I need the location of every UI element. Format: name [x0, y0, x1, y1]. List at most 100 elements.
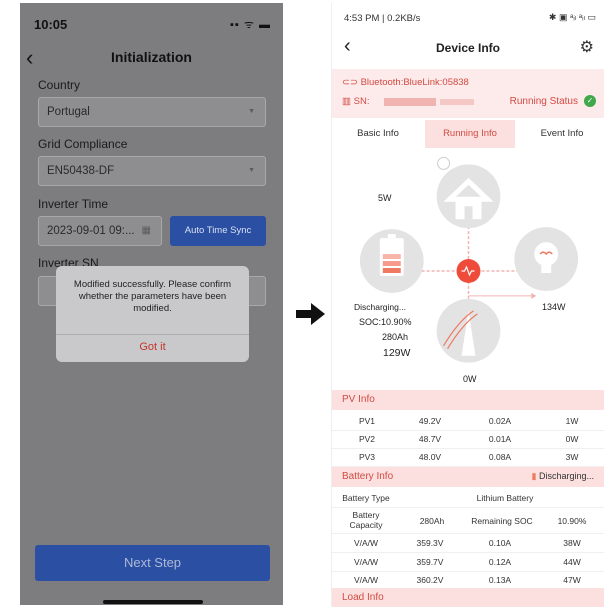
battery-cell: 44W: [563, 557, 581, 567]
battery-cell: 47W: [563, 575, 581, 585]
energy-flow-diagram: [359, 156, 579, 363]
pv-cell: 49.2V: [418, 416, 442, 426]
table-row: Battery Capacity 280Ah Remaining SOC 10.…: [332, 508, 604, 534]
battery-info-title: Battery Info: [342, 471, 394, 482]
battery-cell: 359.7V: [416, 557, 444, 567]
country-label: Country: [38, 78, 81, 92]
pv-cell: 3W: [565, 452, 579, 462]
auto-time-sync-button[interactable]: Auto Time Sync: [170, 216, 266, 246]
battery-cell: 359.3V: [416, 538, 444, 548]
battery-cell: 0.10A: [488, 538, 512, 548]
load-power: 134W: [542, 302, 566, 312]
battery-info-header: Battery Info ▮ Discharging...: [332, 467, 604, 487]
running-status: Running Status: [509, 96, 578, 107]
grid-compliance-value: EN50438-DF: [47, 165, 115, 177]
page-title: Initialization: [111, 49, 192, 65]
remaining-soc-value: 10.90%: [557, 516, 587, 526]
pv-power: 5W: [378, 193, 392, 203]
battery-info-state: ▮ Discharging...: [532, 471, 594, 482]
pv-cell: 1W: [565, 416, 579, 426]
battery-cell: V/A/W: [353, 575, 379, 585]
next-step-button[interactable]: Next Step: [35, 545, 270, 581]
dialog-divider: [56, 334, 249, 335]
battery-capacity: 280Ah: [382, 332, 409, 342]
pv-cell: 0W: [565, 434, 579, 444]
status-bar: 4:53 PM | 0.2KB/s ✱ ▣ ᵃᵢₗ ᵃᵢₗ ▭: [332, 3, 604, 31]
table-row: PV2 48.7V 0.01A 0W: [332, 429, 604, 449]
page-title: Device Info: [435, 41, 501, 55]
inverter-time-field[interactable]: 2023-09-01 09:... ▦: [38, 216, 162, 246]
grid-compliance-select[interactable]: EN50438-DF ▼: [38, 156, 266, 186]
bluetooth-info: ⊂⊃ Bluetooth:BlueLink:05838: [342, 77, 469, 88]
chevron-down-icon: ▼: [248, 167, 255, 174]
chevron-down-icon: ▼: [248, 108, 255, 115]
sn-label: ▥ SN:: [342, 96, 369, 107]
battery-state-text: Discharging...: [538, 471, 594, 481]
battery-icon: [379, 234, 404, 276]
battery-cell: 0.12A: [488, 557, 512, 567]
pv-cell: PV3: [358, 452, 376, 462]
inverter-time-value: 2023-09-01 09:...: [47, 225, 135, 237]
battery-soc: SOC:10.90%: [359, 317, 412, 327]
pv-cell: 48.0V: [418, 452, 442, 462]
inverter-time-label: Inverter Time: [38, 197, 109, 211]
nav-bar: ‹ Initialization: [20, 43, 283, 73]
header: ‹ Device Info ⚙: [332, 31, 604, 67]
sn-redacted: [440, 99, 474, 105]
status-icons: ✱ ▣ ᵃᵢₗ ᵃᵢₗ ▭: [548, 12, 596, 22]
status-time: 4:53 PM | 0.2KB/s: [344, 13, 421, 24]
battery-type-value: Lithium Battery: [476, 493, 534, 503]
check-icon: ✓: [584, 95, 596, 107]
battery-cell: V/A/W: [353, 538, 379, 548]
tab-running-info[interactable]: Running Info: [425, 120, 515, 148]
grid-compliance-label: Grid Compliance: [38, 137, 128, 151]
status-icons: ▪▪ ᯤ ▬: [230, 19, 271, 31]
status-time: 10:05: [34, 17, 68, 32]
grid-power: 0W: [463, 374, 477, 384]
tab-event-info[interactable]: Event Info: [522, 120, 602, 148]
tab-basic-info[interactable]: Basic Info: [338, 120, 418, 148]
battery-power: 129W: [383, 347, 411, 359]
sun-icon: [437, 156, 451, 170]
battery-cell: 0.13A: [488, 575, 512, 585]
battery-cell: 38W: [563, 538, 581, 548]
remaining-soc-label: Remaining SOC: [471, 516, 533, 526]
pv-cell: PV2: [358, 434, 376, 444]
gear-icon[interactable]: ⚙: [580, 37, 594, 57]
pv-cell: 48.7V: [418, 434, 442, 444]
calendar-icon[interactable]: ▦: [142, 225, 151, 236]
battery-icon: ▮: [531, 471, 539, 481]
arrow-right-icon: [296, 303, 325, 325]
sn-redacted: [384, 98, 436, 106]
country-value: Portugal: [47, 106, 90, 118]
pv-cell: PV1: [358, 416, 376, 426]
table-row: V/A/W 360.2V 0.13A 47W: [332, 570, 604, 590]
barcode-icon: ▥: [342, 96, 354, 107]
dialog-message: Modified successfully. Please confirm wh…: [73, 279, 232, 314]
pv-cell: 0.02A: [488, 416, 512, 426]
battery-cell: 360.2V: [416, 575, 444, 585]
battery-capacity-label: Battery Capacity: [349, 510, 383, 530]
battery-type-label: Battery Type: [342, 493, 390, 503]
device-info-screen: 4:53 PM | 0.2KB/s ✱ ▣ ᵃᵢₗ ᵃᵢₗ ▭ ‹ Device…: [331, 3, 604, 607]
tabs: Basic Info Running Info Event Info: [332, 120, 604, 148]
pv-info-header: PV Info: [332, 390, 604, 410]
table-row: PV3 48.0V 0.08A 3W: [332, 447, 604, 467]
pv-cell: 0.01A: [488, 434, 512, 444]
bluetooth-id: Bluetooth:BlueLink:05838: [360, 77, 469, 88]
sn-text: SN:: [353, 96, 370, 107]
initialization-screen: 10:05 ▪▪ ᯤ ▬ ‹ Initialization Country Po…: [20, 3, 283, 605]
battery-state: Discharging...: [354, 302, 406, 312]
device-connection-bar: ⊂⊃ Bluetooth:BlueLink:05838 ▥ SN: Runnin…: [332, 69, 604, 118]
confirm-dialog: Modified successfully. Please confirm wh…: [56, 266, 249, 362]
table-row: V/A/W 359.3V 0.10A 38W: [332, 533, 604, 553]
table-row: PV1 49.2V 0.02A 1W: [332, 411, 604, 431]
home-indicator: [103, 600, 203, 604]
pv-cell: 0.08A: [488, 452, 512, 462]
battery-cell: V/A/W: [353, 557, 379, 567]
country-select[interactable]: Portugal ▼: [38, 97, 266, 127]
table-row: V/A/W 359.7V 0.12A 44W: [332, 552, 604, 572]
load-info-header: Load Info: [332, 588, 604, 607]
table-row: Battery Type Lithium Battery: [332, 488, 604, 508]
got-it-button[interactable]: Got it: [56, 341, 249, 353]
